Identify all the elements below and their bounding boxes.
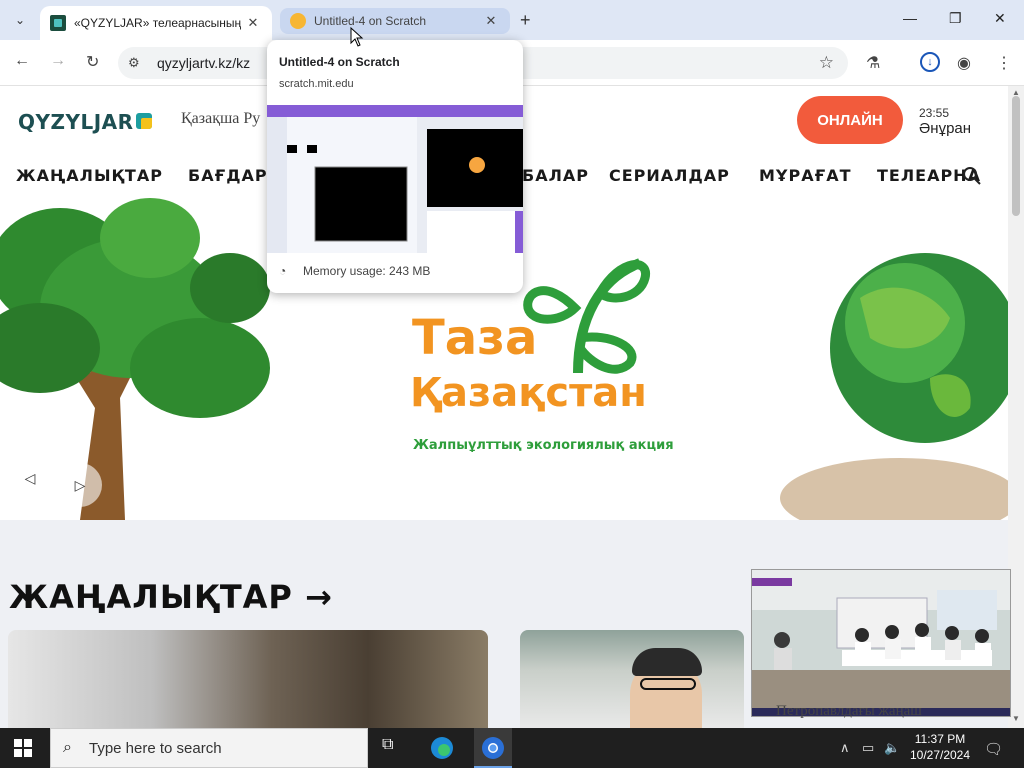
site-logo[interactable]: QYZYLJAR xyxy=(18,110,134,134)
volume-muted-icon[interactable]: 🔈 xyxy=(884,740,900,756)
slider-prev-arrow-icon[interactable]: ◁ xyxy=(18,466,42,490)
close-icon[interactable]: ✕ xyxy=(482,13,500,29)
notifications-icon[interactable]: 🗨 xyxy=(984,740,1003,758)
news-card-image[interactable] xyxy=(8,630,488,728)
menu-item-news[interactable]: ЖАҢАЛЫҚТАР xyxy=(16,166,163,185)
news-caption[interactable]: Петропавлдағы жаңаш xyxy=(776,703,922,720)
search-icon: ⌕ xyxy=(63,739,72,756)
url-text[interactable]: qyzyljartv.kz/kz xyxy=(157,55,250,71)
memory-gauge-icon: ◔ xyxy=(279,264,287,278)
system-clock[interactable]: 11:37 PM 10/27/2024 xyxy=(905,731,975,763)
tab-search-chevron-icon[interactable]: ⌄ xyxy=(8,8,32,32)
hero-title-line2: Қазақстан xyxy=(410,370,647,416)
scroll-down-icon[interactable]: ▼ xyxy=(1012,714,1020,723)
menu-item-archive[interactable]: МҰРАҒАТ xyxy=(759,166,852,185)
hover-card-title: Untitled-4 on Scratch xyxy=(279,55,400,69)
classroom-video-frame xyxy=(752,570,1010,716)
language-selector[interactable]: Қазақша Ру xyxy=(181,110,260,128)
restore-icon[interactable]: ❐ xyxy=(949,10,962,27)
broadcast-time: 23:55 xyxy=(919,106,950,120)
site-settings-icon[interactable]: ⚙ xyxy=(128,55,140,71)
memory-usage: Memory usage: 243 MB xyxy=(303,264,431,278)
news-heading[interactable]: ЖАҢАЛЫҚТАР → xyxy=(9,578,333,616)
labs-flask-icon[interactable]: ⚗ xyxy=(866,53,880,73)
back-arrow-icon[interactable]: ← xyxy=(14,52,30,70)
new-tab-button[interactable]: + xyxy=(520,10,531,31)
close-window-icon[interactable]: ✕ xyxy=(994,10,1006,27)
tab-title: «QYZYLJAR» телеарнасының р xyxy=(74,16,244,30)
download-icon[interactable]: ↓ xyxy=(920,52,940,72)
minimize-icon[interactable]: — xyxy=(903,10,917,26)
hero-subtitle: Жалпыұлттық экологиялық акция xyxy=(413,438,674,453)
windows-taskbar: ⌕ Type here to search ⧉ ∧ ▭ 🔈 11:37 PM 1… xyxy=(0,728,1024,768)
mouse-cursor-icon xyxy=(350,27,364,47)
hero-title-line1: Таза xyxy=(412,310,538,366)
tab-strip: ⌄ «QYZYLJAR» телеарнасының р ✕ Untitled-… xyxy=(0,0,1024,40)
bookmark-star-icon[interactable]: ☆ xyxy=(819,53,834,73)
menu-kebab-icon[interactable]: ⋮ xyxy=(996,53,1012,73)
windows-start-icon[interactable] xyxy=(14,739,32,757)
clock-time: 11:37 PM xyxy=(914,732,966,746)
search-icon[interactable] xyxy=(962,166,982,186)
tab-thumbnail xyxy=(267,105,523,253)
reload-icon[interactable]: ↻ xyxy=(86,52,99,72)
language-current[interactable]: Қазақша xyxy=(181,110,239,127)
tab-title: Untitled-4 on Scratch xyxy=(314,14,427,28)
clock-date: 10/27/2024 xyxy=(909,748,971,762)
news-card-image[interactable] xyxy=(520,630,744,728)
scratch-favicon-icon xyxy=(290,13,306,29)
broadcast-program[interactable]: Әнұран xyxy=(919,120,971,137)
tray-chevron-icon[interactable]: ∧ xyxy=(840,740,850,756)
task-view-icon[interactable]: ⧉ xyxy=(382,736,406,760)
taskbar-search-box[interactable]: ⌕ Type here to search xyxy=(50,728,368,768)
online-button[interactable]: ОНЛАЙН xyxy=(797,96,903,144)
slider-next-arrow-icon[interactable]: ▷ xyxy=(58,463,102,507)
floating-video-player[interactable] xyxy=(751,569,1011,717)
menu-item-kids[interactable]: БАЛАР xyxy=(522,166,589,185)
logo-mark-icon xyxy=(136,113,152,129)
close-icon[interactable]: ✕ xyxy=(244,15,262,31)
scroll-thumb[interactable] xyxy=(1012,96,1020,216)
menu-item-programs[interactable]: БАҒДАР xyxy=(188,166,268,185)
edge-browser-icon[interactable] xyxy=(430,736,454,760)
tab-qyzyljar[interactable]: «QYZYLJAR» телеарнасының р ✕ xyxy=(40,6,272,40)
tab-scratch[interactable]: Untitled-4 on Scratch ✕ xyxy=(280,8,510,34)
forward-arrow-icon[interactable]: → xyxy=(50,52,66,70)
scratch-editor-thumbnail xyxy=(267,105,523,253)
profile-icon[interactable]: ◉ xyxy=(957,53,971,73)
hover-card-url: scratch.mit.edu xyxy=(279,78,354,90)
qyzyljar-favicon-icon xyxy=(50,15,66,31)
chrome-browser-icon xyxy=(482,737,504,759)
taskbar-search-placeholder[interactable]: Type here to search xyxy=(89,740,222,757)
menu-item-series[interactable]: СЕРИАЛДАР xyxy=(609,166,730,185)
chrome-taskbar-item[interactable] xyxy=(474,728,512,768)
language-alt[interactable]: Ру xyxy=(243,110,260,127)
tab-hover-card: Untitled-4 on Scratch scratch.mit.edu ◔ … xyxy=(267,40,523,293)
network-icon[interactable]: ▭ xyxy=(862,740,874,756)
